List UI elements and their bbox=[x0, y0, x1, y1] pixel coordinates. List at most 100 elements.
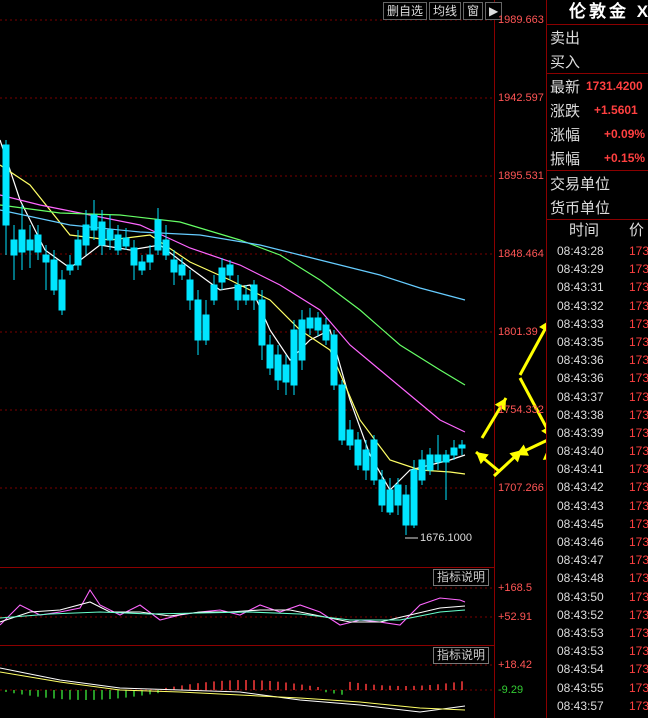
chart-toolbar: 删自选 均线 窗 ▶ bbox=[383, 2, 503, 20]
candle-body bbox=[450, 447, 458, 456]
candle-body bbox=[74, 239, 82, 266]
candle-body bbox=[282, 364, 290, 383]
candle-body bbox=[82, 224, 90, 246]
tick-row: 08:43:43 173 bbox=[547, 497, 648, 515]
tick-price: 173 bbox=[628, 680, 648, 695]
tick-price: 173 bbox=[628, 407, 648, 422]
window-button[interactable]: 窗 bbox=[463, 2, 484, 20]
latest-value: 1731.4200 bbox=[586, 79, 643, 93]
indicator-grid bbox=[0, 587, 494, 691]
candle-body bbox=[26, 239, 34, 251]
tick-time: 08:43:36 bbox=[557, 353, 604, 368]
tick-time: 08:43:28 bbox=[557, 244, 604, 258]
tick-list[interactable]: 08:43:28 173 08:43:29 173 08:43:31 173 08:43:3… bbox=[547, 242, 648, 715]
tick-time: 08:43:45 bbox=[557, 516, 604, 531]
candle-body bbox=[170, 259, 178, 273]
tick-time: 08:43:33 bbox=[557, 316, 604, 331]
tick-time: 08:43:41 bbox=[557, 462, 604, 477]
annotation-arrow bbox=[515, 439, 546, 457]
tick-price: 173 bbox=[628, 535, 648, 549]
tick-price: 173 bbox=[628, 389, 648, 404]
tick-price: 173 bbox=[628, 662, 648, 677]
tick-time: 08:43:32 bbox=[557, 298, 604, 313]
tick-row: 08:43:46 173 bbox=[547, 533, 648, 551]
tick-price: 173 bbox=[628, 298, 648, 313]
candle-body bbox=[10, 239, 18, 256]
moving-average-line bbox=[0, 194, 466, 433]
change-value: +1.5601 bbox=[594, 103, 638, 117]
tick-row: 08:43:57 173 bbox=[547, 697, 648, 715]
tick-price: 173 bbox=[628, 334, 648, 349]
candle-body bbox=[194, 299, 202, 341]
low-price-marker: 1676.1000 bbox=[420, 532, 472, 544]
latest-row: 最新 1731.4200 bbox=[547, 73, 648, 98]
tick-price: 173 bbox=[628, 353, 648, 368]
delete-watchlist-button[interactable]: 删自选 bbox=[383, 2, 428, 20]
tick-row: 08:43:47 173 bbox=[547, 551, 648, 569]
moving-average-line bbox=[0, 139, 466, 491]
tick-time: 08:43:53 bbox=[557, 644, 604, 659]
kline-chart[interactable] bbox=[0, 0, 546, 718]
candle-body bbox=[266, 344, 274, 369]
tick-time: 08:43:35 bbox=[557, 334, 604, 349]
price-axis-label: 1989.663 bbox=[498, 14, 544, 26]
candle-body bbox=[146, 254, 154, 263]
candle-body bbox=[322, 324, 330, 341]
tick-time: 08:43:40 bbox=[557, 444, 604, 459]
time-column-header: 时间 bbox=[569, 222, 600, 239]
candle-body bbox=[330, 334, 338, 386]
tick-row: 08:43:29 173 bbox=[547, 260, 648, 278]
candle-body bbox=[178, 264, 186, 276]
tick-row: 08:43:42 173 bbox=[547, 478, 648, 496]
tick-row: 08:43:50 173 bbox=[547, 588, 648, 606]
tick-time: 08:43:55 bbox=[557, 680, 604, 695]
tick-time: 08:43:48 bbox=[557, 571, 604, 586]
currency-unit-label: 货币单位 bbox=[550, 199, 611, 217]
tick-time: 08:43:37 bbox=[557, 389, 604, 404]
moving-average-button[interactable]: 均线 bbox=[429, 2, 462, 20]
tick-row: 08:43:36 173 bbox=[547, 351, 648, 369]
tick-row: 08:43:52 173 bbox=[547, 606, 648, 624]
candle-body bbox=[2, 144, 10, 226]
candle-body bbox=[18, 229, 26, 253]
candle-body bbox=[346, 429, 354, 446]
buy-label: 买入 bbox=[550, 53, 581, 71]
currency-unit-row: 货币单位 bbox=[547, 195, 648, 219]
tick-row: 08:43:35 173 bbox=[547, 333, 648, 351]
candle-body bbox=[394, 484, 402, 506]
candle-body bbox=[290, 329, 298, 386]
tick-time: 08:43:46 bbox=[557, 535, 604, 549]
quote-panel: 伦敦金 X 卖出 买入 最新 1731.4200 涨跌 +1.5601 涨幅 +0.0… bbox=[546, 0, 648, 718]
tick-price: 173 bbox=[628, 480, 648, 495]
annotation-arrow bbox=[475, 450, 501, 474]
tick-time: 08:43:50 bbox=[557, 589, 604, 604]
tick-time: 08:43:54 bbox=[557, 662, 604, 677]
candle-body bbox=[258, 299, 266, 346]
price-axis-label: 1754.332 bbox=[498, 404, 544, 416]
candle-body bbox=[154, 219, 162, 251]
price-axis-label: 1707.266 bbox=[498, 482, 544, 494]
tick-time: 08:43:52 bbox=[557, 607, 604, 622]
candle-body bbox=[122, 237, 130, 247]
candle-body bbox=[386, 489, 394, 513]
candle-body bbox=[426, 454, 434, 471]
indicator2-axis-label: +18.42 bbox=[498, 659, 532, 671]
indicator2-help-button[interactable]: 指标说明 bbox=[433, 647, 490, 664]
tick-price: 173 bbox=[628, 644, 648, 659]
tick-time: 08:43:47 bbox=[557, 553, 604, 568]
candle-body bbox=[410, 469, 418, 526]
candle-body bbox=[34, 234, 42, 253]
chart-grid bbox=[0, 19, 494, 489]
tick-row: 08:43:38 173 bbox=[547, 406, 648, 424]
tick-price: 173 bbox=[628, 516, 648, 531]
indicator1-axis-label: +168.5 bbox=[498, 582, 532, 594]
candle-body bbox=[402, 494, 410, 526]
indicator1-help-button[interactable]: 指标说明 bbox=[433, 569, 490, 586]
candle-body bbox=[210, 284, 218, 301]
tick-row: 08:43:54 173 bbox=[547, 660, 648, 678]
candle-body bbox=[162, 239, 170, 256]
change-pct-label: 涨幅 bbox=[550, 126, 581, 144]
change-row: 涨跌 +1.5601 bbox=[547, 98, 648, 122]
candle-body bbox=[90, 214, 98, 231]
candle-body bbox=[242, 294, 250, 301]
